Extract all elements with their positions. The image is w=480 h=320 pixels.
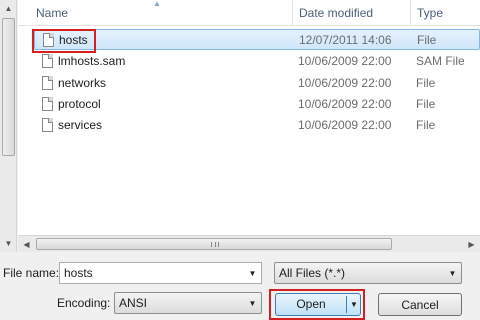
file-type: SAM File: [416, 54, 465, 68]
chevron-down-icon[interactable]: ▼: [244, 263, 261, 283]
file-type: File: [416, 76, 436, 90]
file-name: services: [58, 118, 103, 132]
vertical-scrollbar[interactable]: ▲ ▼: [0, 0, 17, 252]
file-type: File: [416, 97, 436, 111]
scroll-down-icon[interactable]: ▼: [0, 235, 17, 252]
list-header: ▲ Name Date modified Type: [18, 0, 480, 26]
file-date: 10/06/2009 22:00: [298, 76, 392, 90]
file-row-lmhosts[interactable]: lmhosts.sam 10/06/2009 22:00 SAM File: [34, 51, 480, 72]
open-highlight-box: [269, 289, 365, 320]
file-type: File: [417, 33, 437, 47]
horizontal-scroll-thumb[interactable]: [36, 238, 392, 250]
file-date: 10/06/2009 22:00: [298, 118, 392, 132]
file-icon: [42, 54, 53, 68]
file-name: lmhosts.sam: [58, 54, 126, 68]
file-date: 10/06/2009 22:00: [298, 97, 392, 111]
file-icon: [42, 97, 53, 111]
file-row-protocol[interactable]: protocol 10/06/2009 22:00 File: [34, 94, 480, 115]
scroll-up-icon[interactable]: ▲: [0, 0, 17, 17]
file-name-value: hosts: [64, 266, 93, 280]
hosts-highlight-box: [32, 29, 96, 53]
cancel-button[interactable]: Cancel: [378, 293, 462, 316]
grip-icon: [211, 242, 219, 247]
encoding-value: ANSI: [119, 296, 148, 310]
file-name-input[interactable]: hosts ▼: [59, 262, 262, 284]
file-row-networks[interactable]: networks 10/06/2009 22:00 File: [34, 73, 480, 94]
file-icon: [42, 76, 53, 90]
encoding-label: Encoding:: [57, 296, 111, 310]
file-type: File: [416, 118, 436, 132]
column-header-name[interactable]: Name: [30, 0, 292, 26]
chevron-down-icon[interactable]: ▼: [244, 293, 261, 313]
file-name: protocol: [58, 97, 101, 111]
file-type-filter-value: All Files (*.*): [279, 266, 346, 280]
scroll-thumb[interactable]: [2, 18, 15, 156]
file-name: networks: [58, 76, 107, 90]
chevron-down-icon[interactable]: ▼: [444, 263, 461, 283]
column-header-type[interactable]: Type: [410, 0, 480, 26]
file-date: 12/07/2011 14:06: [299, 33, 392, 47]
file-row-services[interactable]: services 10/06/2009 22:00 File: [34, 115, 480, 136]
file-name-label: File name:: [3, 266, 60, 280]
encoding-select[interactable]: ANSI ▼: [114, 292, 262, 314]
file-row-hosts[interactable]: hosts 12/07/2011 14:06 File: [34, 29, 480, 50]
scroll-left-icon[interactable]: ◀: [18, 236, 35, 252]
file-type-filter-select[interactable]: All Files (*.*) ▼: [274, 262, 462, 284]
file-date: 10/06/2009 22:00: [298, 54, 392, 68]
horizontal-scrollbar[interactable]: ◀ ▶: [18, 235, 480, 252]
scroll-right-icon[interactable]: ▶: [463, 236, 480, 252]
file-icon: [42, 118, 53, 132]
column-header-date-modified[interactable]: Date modified: [292, 0, 410, 26]
